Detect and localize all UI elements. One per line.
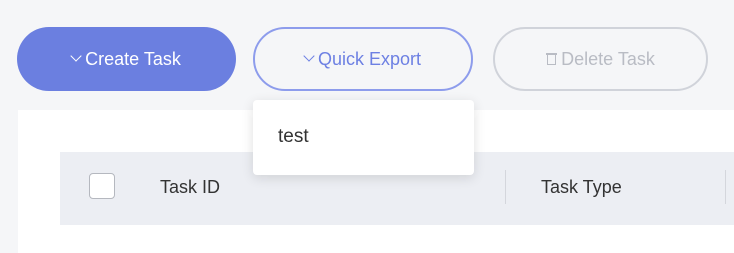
quick-export-label: Quick Export — [317, 48, 422, 69]
column-divider — [505, 170, 506, 204]
delete-task-label: Delete Task — [561, 48, 655, 69]
delete-task-button[interactable]: Delete Task — [493, 27, 708, 91]
column-header-task-id[interactable]: Task ID — [160, 177, 220, 198]
quick-export-dropdown: test — [253, 100, 474, 175]
column-divider — [725, 170, 726, 204]
trash-icon — [546, 52, 558, 66]
chevron-down-icon — [70, 50, 82, 62]
column-header-task-type[interactable]: Task Type — [541, 177, 622, 198]
dropdown-item-test[interactable]: test — [278, 126, 309, 148]
chevron-down-icon — [303, 50, 315, 62]
select-all-checkbox[interactable] — [89, 173, 115, 199]
toolbar: Create Task Quick Export Delete Task — [0, 0, 734, 110]
create-task-button[interactable]: Create Task — [17, 27, 236, 91]
quick-export-button[interactable]: Quick Export — [253, 27, 473, 91]
create-task-label: Create Task — [85, 48, 181, 69]
